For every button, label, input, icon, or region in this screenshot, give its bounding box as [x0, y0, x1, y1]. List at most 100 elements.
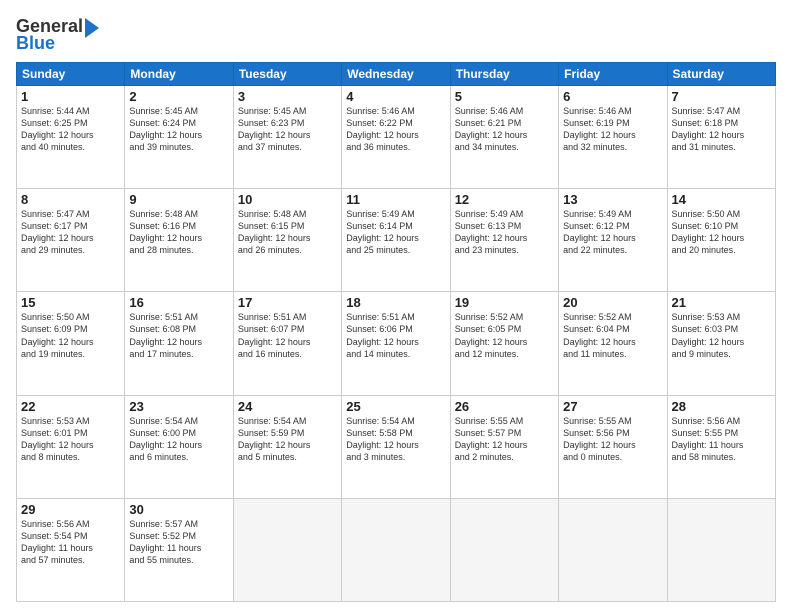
weekday-header-thursday: Thursday: [450, 62, 558, 85]
cell-info: Sunrise: 5:55 AMSunset: 5:56 PMDaylight:…: [563, 415, 662, 464]
day-number: 14: [672, 192, 771, 207]
calendar-table: SundayMondayTuesdayWednesdayThursdayFrid…: [16, 62, 776, 602]
calendar-cell: [559, 498, 667, 601]
cell-info: Sunrise: 5:54 AMSunset: 5:59 PMDaylight:…: [238, 415, 337, 464]
calendar-cell: 16Sunrise: 5:51 AMSunset: 6:08 PMDayligh…: [125, 292, 233, 395]
cell-info: Sunrise: 5:48 AMSunset: 6:16 PMDaylight:…: [129, 208, 228, 257]
day-number: 3: [238, 89, 337, 104]
weekday-header-saturday: Saturday: [667, 62, 775, 85]
day-number: 23: [129, 399, 228, 414]
calendar-cell: 1Sunrise: 5:44 AMSunset: 6:25 PMDaylight…: [17, 85, 125, 188]
calendar-cell: 4Sunrise: 5:46 AMSunset: 6:22 PMDaylight…: [342, 85, 450, 188]
calendar-cell: 23Sunrise: 5:54 AMSunset: 6:00 PMDayligh…: [125, 395, 233, 498]
day-number: 5: [455, 89, 554, 104]
calendar-week-3: 15Sunrise: 5:50 AMSunset: 6:09 PMDayligh…: [17, 292, 776, 395]
calendar-cell: 2Sunrise: 5:45 AMSunset: 6:24 PMDaylight…: [125, 85, 233, 188]
cell-info: Sunrise: 5:56 AMSunset: 5:54 PMDaylight:…: [21, 518, 120, 567]
logo-arrow-icon: [85, 18, 99, 38]
cell-info: Sunrise: 5:46 AMSunset: 6:22 PMDaylight:…: [346, 105, 445, 154]
day-number: 4: [346, 89, 445, 104]
day-number: 28: [672, 399, 771, 414]
cell-info: Sunrise: 5:57 AMSunset: 5:52 PMDaylight:…: [129, 518, 228, 567]
day-number: 6: [563, 89, 662, 104]
calendar-cell: 9Sunrise: 5:48 AMSunset: 6:16 PMDaylight…: [125, 189, 233, 292]
day-number: 2: [129, 89, 228, 104]
calendar-cell: [233, 498, 341, 601]
calendar-week-5: 29Sunrise: 5:56 AMSunset: 5:54 PMDayligh…: [17, 498, 776, 601]
cell-info: Sunrise: 5:53 AMSunset: 6:03 PMDaylight:…: [672, 311, 771, 360]
calendar-cell: 11Sunrise: 5:49 AMSunset: 6:14 PMDayligh…: [342, 189, 450, 292]
calendar-cell: 19Sunrise: 5:52 AMSunset: 6:05 PMDayligh…: [450, 292, 558, 395]
weekday-header-tuesday: Tuesday: [233, 62, 341, 85]
calendar-cell: 10Sunrise: 5:48 AMSunset: 6:15 PMDayligh…: [233, 189, 341, 292]
day-number: 19: [455, 295, 554, 310]
calendar-cell: 21Sunrise: 5:53 AMSunset: 6:03 PMDayligh…: [667, 292, 775, 395]
calendar-cell: 25Sunrise: 5:54 AMSunset: 5:58 PMDayligh…: [342, 395, 450, 498]
day-number: 9: [129, 192, 228, 207]
weekday-header-sunday: Sunday: [17, 62, 125, 85]
calendar-week-1: 1Sunrise: 5:44 AMSunset: 6:25 PMDaylight…: [17, 85, 776, 188]
logo: General Blue: [16, 16, 99, 54]
page: General Blue SundayMondayTuesdayWednesda…: [0, 0, 792, 612]
cell-info: Sunrise: 5:49 AMSunset: 6:13 PMDaylight:…: [455, 208, 554, 257]
cell-info: Sunrise: 5:48 AMSunset: 6:15 PMDaylight:…: [238, 208, 337, 257]
cell-info: Sunrise: 5:51 AMSunset: 6:06 PMDaylight:…: [346, 311, 445, 360]
day-number: 18: [346, 295, 445, 310]
calendar-cell: 22Sunrise: 5:53 AMSunset: 6:01 PMDayligh…: [17, 395, 125, 498]
calendar-cell: [342, 498, 450, 601]
cell-info: Sunrise: 5:54 AMSunset: 6:00 PMDaylight:…: [129, 415, 228, 464]
weekday-header-wednesday: Wednesday: [342, 62, 450, 85]
calendar-cell: 5Sunrise: 5:46 AMSunset: 6:21 PMDaylight…: [450, 85, 558, 188]
calendar-cell: 30Sunrise: 5:57 AMSunset: 5:52 PMDayligh…: [125, 498, 233, 601]
calendar-cell: 18Sunrise: 5:51 AMSunset: 6:06 PMDayligh…: [342, 292, 450, 395]
cell-info: Sunrise: 5:46 AMSunset: 6:21 PMDaylight:…: [455, 105, 554, 154]
day-number: 1: [21, 89, 120, 104]
cell-info: Sunrise: 5:52 AMSunset: 6:05 PMDaylight:…: [455, 311, 554, 360]
cell-info: Sunrise: 5:56 AMSunset: 5:55 PMDaylight:…: [672, 415, 771, 464]
day-number: 25: [346, 399, 445, 414]
cell-info: Sunrise: 5:45 AMSunset: 6:23 PMDaylight:…: [238, 105, 337, 154]
cell-info: Sunrise: 5:51 AMSunset: 6:07 PMDaylight:…: [238, 311, 337, 360]
day-number: 10: [238, 192, 337, 207]
cell-info: Sunrise: 5:53 AMSunset: 6:01 PMDaylight:…: [21, 415, 120, 464]
cell-info: Sunrise: 5:47 AMSunset: 6:17 PMDaylight:…: [21, 208, 120, 257]
calendar-cell: 24Sunrise: 5:54 AMSunset: 5:59 PMDayligh…: [233, 395, 341, 498]
day-number: 11: [346, 192, 445, 207]
weekday-header-friday: Friday: [559, 62, 667, 85]
calendar-cell: 17Sunrise: 5:51 AMSunset: 6:07 PMDayligh…: [233, 292, 341, 395]
cell-info: Sunrise: 5:50 AMSunset: 6:09 PMDaylight:…: [21, 311, 120, 360]
weekday-header-monday: Monday: [125, 62, 233, 85]
cell-info: Sunrise: 5:55 AMSunset: 5:57 PMDaylight:…: [455, 415, 554, 464]
calendar-cell: [667, 498, 775, 601]
cell-info: Sunrise: 5:50 AMSunset: 6:10 PMDaylight:…: [672, 208, 771, 257]
calendar-cell: [450, 498, 558, 601]
day-number: 29: [21, 502, 120, 517]
cell-info: Sunrise: 5:45 AMSunset: 6:24 PMDaylight:…: [129, 105, 228, 154]
day-number: 26: [455, 399, 554, 414]
cell-info: Sunrise: 5:54 AMSunset: 5:58 PMDaylight:…: [346, 415, 445, 464]
calendar-cell: 27Sunrise: 5:55 AMSunset: 5:56 PMDayligh…: [559, 395, 667, 498]
cell-info: Sunrise: 5:46 AMSunset: 6:19 PMDaylight:…: [563, 105, 662, 154]
day-number: 16: [129, 295, 228, 310]
calendar-week-4: 22Sunrise: 5:53 AMSunset: 6:01 PMDayligh…: [17, 395, 776, 498]
calendar-cell: 26Sunrise: 5:55 AMSunset: 5:57 PMDayligh…: [450, 395, 558, 498]
calendar-cell: 13Sunrise: 5:49 AMSunset: 6:12 PMDayligh…: [559, 189, 667, 292]
day-number: 13: [563, 192, 662, 207]
day-number: 30: [129, 502, 228, 517]
day-number: 8: [21, 192, 120, 207]
calendar-cell: 7Sunrise: 5:47 AMSunset: 6:18 PMDaylight…: [667, 85, 775, 188]
calendar-cell: 6Sunrise: 5:46 AMSunset: 6:19 PMDaylight…: [559, 85, 667, 188]
day-number: 17: [238, 295, 337, 310]
cell-info: Sunrise: 5:49 AMSunset: 6:12 PMDaylight:…: [563, 208, 662, 257]
calendar-cell: 8Sunrise: 5:47 AMSunset: 6:17 PMDaylight…: [17, 189, 125, 292]
calendar-body: 1Sunrise: 5:44 AMSunset: 6:25 PMDaylight…: [17, 85, 776, 601]
cell-info: Sunrise: 5:51 AMSunset: 6:08 PMDaylight:…: [129, 311, 228, 360]
weekday-row: SundayMondayTuesdayWednesdayThursdayFrid…: [17, 62, 776, 85]
calendar-cell: 3Sunrise: 5:45 AMSunset: 6:23 PMDaylight…: [233, 85, 341, 188]
day-number: 12: [455, 192, 554, 207]
calendar-header: SundayMondayTuesdayWednesdayThursdayFrid…: [17, 62, 776, 85]
day-number: 24: [238, 399, 337, 414]
day-number: 21: [672, 295, 771, 310]
cell-info: Sunrise: 5:52 AMSunset: 6:04 PMDaylight:…: [563, 311, 662, 360]
calendar-cell: 20Sunrise: 5:52 AMSunset: 6:04 PMDayligh…: [559, 292, 667, 395]
